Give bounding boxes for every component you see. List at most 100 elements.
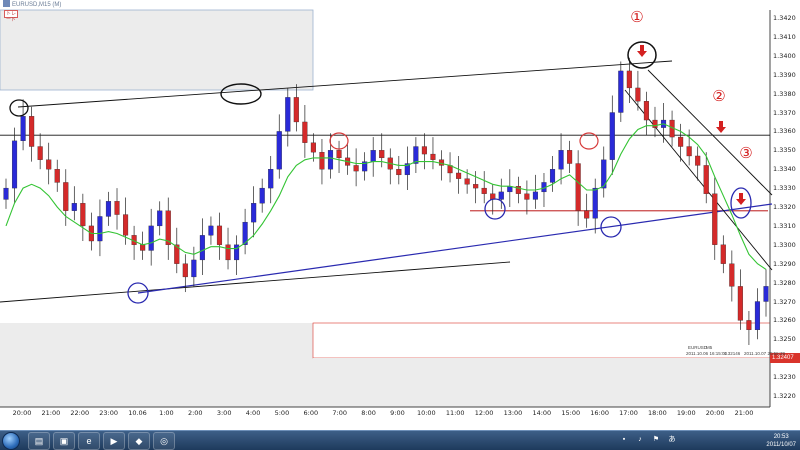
marker-number: ③ xyxy=(739,144,752,162)
time-tick-label: 6:00 xyxy=(303,409,319,417)
sell-arrow xyxy=(719,121,723,127)
candle-bull xyxy=(105,201,112,217)
candle-bear xyxy=(695,155,701,166)
chart-window[interactable]: ① ② ③ EURUSD,M15 (M) トレード 1.3420 1.3410 1.34… xyxy=(0,0,800,430)
time-tick-label: 13:00 xyxy=(503,409,523,417)
candle-bear xyxy=(37,146,43,160)
candle-bull xyxy=(251,203,257,223)
candle-bull xyxy=(71,203,77,211)
candle-bear xyxy=(746,320,752,330)
candle-bear xyxy=(114,201,120,215)
price-chart[interactable]: ① ② ③ xyxy=(0,0,800,430)
price-tick-label: 1.3230 xyxy=(773,373,796,382)
start-button[interactable] xyxy=(2,432,20,450)
candle-bear xyxy=(80,203,86,227)
candle-bull xyxy=(11,140,18,189)
channel-line-upper xyxy=(647,69,773,196)
price-tick-label: 1.3290 xyxy=(773,259,796,268)
candle-bear xyxy=(421,146,427,155)
price-tick-label: 1.3250 xyxy=(773,335,796,344)
price-tick-label: 1.3310 xyxy=(773,221,796,230)
time-tick-label: 14:00 xyxy=(532,409,552,417)
candle-bull xyxy=(558,150,564,170)
time-tick-label: 9:00 xyxy=(390,409,405,417)
status-left: 2011.10.06 16:15:00 xyxy=(686,351,727,356)
candle-bear xyxy=(712,193,718,245)
candle-bear xyxy=(182,263,188,278)
price-tick-label: 1.3390 xyxy=(773,70,796,79)
candle-bear xyxy=(319,152,325,170)
time-tick-label: 22:00 xyxy=(70,409,90,417)
candle-bear xyxy=(584,210,590,219)
candle-bull xyxy=(97,216,103,242)
time-tick-label: 21:00 xyxy=(41,409,61,417)
time-tick-label: 19:00 xyxy=(676,409,696,417)
candle-bear xyxy=(481,187,487,194)
candle-bear xyxy=(567,150,573,164)
candle-bear xyxy=(310,142,316,153)
price-tick-label: 1.3380 xyxy=(773,89,796,98)
price-tick-label: 1.3270 xyxy=(773,297,796,306)
trade-panel-icon[interactable]: トレード xyxy=(4,10,18,23)
highlight-circle-blue xyxy=(484,198,506,220)
candle-bear xyxy=(46,159,52,170)
time-tick-label: 2:00 xyxy=(187,409,203,417)
candle-bear xyxy=(456,172,462,179)
candle-bull xyxy=(370,150,376,162)
candle-bull xyxy=(199,235,205,261)
candle-bear xyxy=(703,165,709,194)
candle-bear xyxy=(123,214,129,236)
candle-bull xyxy=(157,210,163,227)
candle-bear xyxy=(165,210,171,245)
folder-icon[interactable]: ▣ xyxy=(53,432,75,450)
candle-bull xyxy=(327,150,334,170)
taskbar: ▤ ▣ e ▶ ◆ ◎ ▪ ♪ ⚑ あ 20:53 2011/10/07 xyxy=(0,430,800,450)
time-tick-label: 21:00 xyxy=(734,409,754,417)
candle-bull xyxy=(276,131,282,170)
shaded-region-bottom-left xyxy=(0,323,313,407)
candle-bear xyxy=(524,193,530,200)
candle-bear xyxy=(293,97,299,123)
sell-arrow-head xyxy=(637,51,647,57)
time-tick-label: 3:00 xyxy=(216,409,232,417)
candle-bear xyxy=(225,244,231,261)
price-tick-label: 1.3340 xyxy=(773,165,796,174)
system-tray: ▪ ♪ ⚑ あ 20:53 2011/10/07 xyxy=(600,432,800,450)
price-tick-label: 1.3410 xyxy=(773,32,796,41)
status-right: 2011.10.07 20:55:39 xyxy=(744,351,785,356)
time-tick-label: 17:00 xyxy=(619,409,638,417)
highlight-circle-black xyxy=(9,99,29,117)
time-tick-label: 4:00 xyxy=(245,409,261,417)
candle-bull xyxy=(549,169,556,183)
window-title-text: EURUSD,M15 (M) xyxy=(12,2,62,8)
browser-icon[interactable]: e xyxy=(78,432,100,450)
volume-icon[interactable]: ♪ xyxy=(636,436,644,444)
time-tick-label: 20:00 xyxy=(12,409,32,417)
candle-bear xyxy=(737,286,743,321)
candle-bear xyxy=(54,169,60,183)
candle-bull xyxy=(763,286,769,302)
candle-bear xyxy=(379,150,385,159)
candle-bear xyxy=(652,119,658,128)
price-tick-label: 1.3360 xyxy=(773,127,796,136)
time-tick-label: 23:00 xyxy=(99,409,118,417)
media-icon[interactable]: ▶ xyxy=(103,432,125,450)
explorer-icon[interactable]: ▤ xyxy=(28,432,50,450)
time-tick-label: 1:00 xyxy=(159,409,174,417)
candle-bear xyxy=(29,116,35,147)
candle-bull xyxy=(754,301,761,331)
candle-bear xyxy=(635,87,641,102)
flag-icon[interactable]: ⚑ xyxy=(652,436,660,444)
marker-number: ① xyxy=(630,8,643,26)
candle-bear xyxy=(720,244,726,264)
ime-icon[interactable]: あ xyxy=(668,436,676,444)
time-tick-label: 7:00 xyxy=(332,409,347,417)
trading-terminal-icon[interactable]: ◎ xyxy=(153,432,175,450)
time-tick-label: 18:00 xyxy=(647,409,667,417)
clock[interactable]: 20:53 2011/10/07 xyxy=(766,433,796,449)
app-icon[interactable]: ◆ xyxy=(128,432,150,450)
time-tick-label: 12:00 xyxy=(474,409,494,417)
time-tick-label: 15:00 xyxy=(561,409,581,417)
network-icon[interactable]: ▪ xyxy=(620,436,628,444)
candle-bear xyxy=(302,121,308,143)
